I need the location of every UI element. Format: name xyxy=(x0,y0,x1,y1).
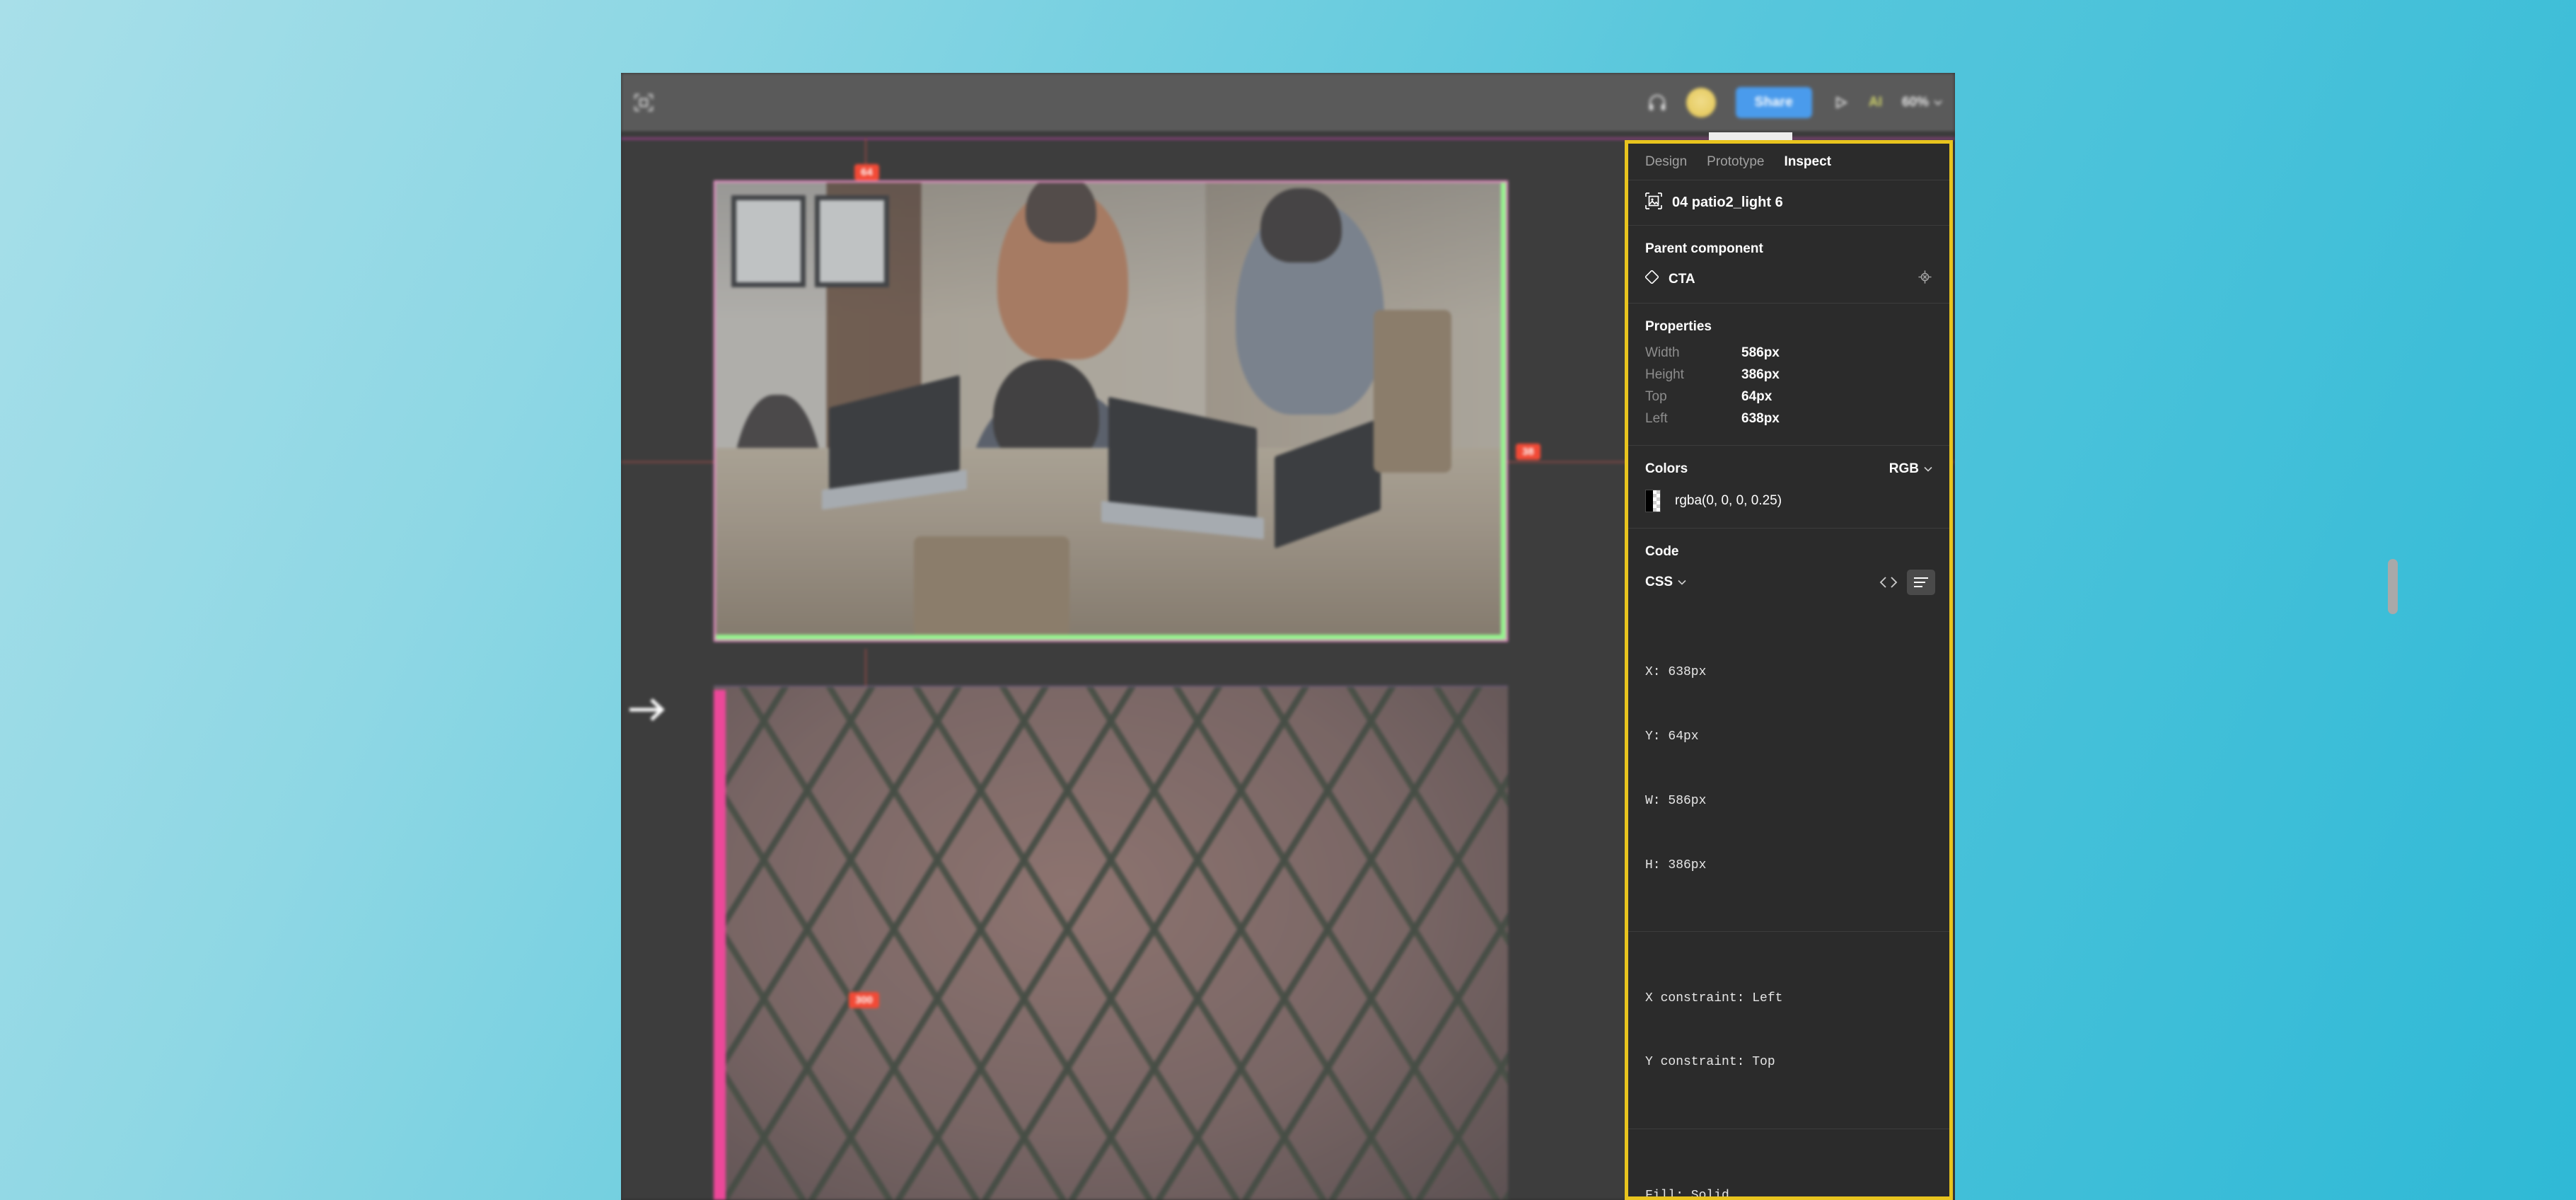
measure-badge: 64 xyxy=(854,164,879,180)
selected-layer-row[interactable]: 04 patio2_light 6 xyxy=(1628,180,1949,226)
image-layer-icon xyxy=(1645,192,1662,214)
parent-component-section: Parent component CTA xyxy=(1628,226,1949,304)
pink-accent-bar xyxy=(714,690,726,1200)
layer-name: 04 patio2_light 6 xyxy=(1672,195,1783,211)
property-key: Top xyxy=(1645,389,1741,405)
office-photo xyxy=(716,183,1506,640)
toolbar: Share AI 60% xyxy=(621,73,1955,132)
code-line: X constraint: Left xyxy=(1645,988,1932,1009)
code-line: Fill: Solid xyxy=(1645,1185,1932,1200)
selected-image-frame[interactable] xyxy=(714,180,1508,642)
property-key: Left xyxy=(1645,411,1741,427)
colors-title: Colors xyxy=(1645,461,1688,477)
panel-tab-bar: Design Prototype Inspect xyxy=(1628,144,1949,180)
code-line: Y: 64px xyxy=(1645,726,1932,747)
headphones-icon[interactable] xyxy=(1648,93,1666,112)
code-block-constraints[interactable]: X constraint: Left Y constraint: Top xyxy=(1628,932,1949,1129)
parent-component-name: CTA xyxy=(1669,272,1695,287)
color-format-label: RGB xyxy=(1889,461,1919,477)
zoom-level-control[interactable]: 60% xyxy=(1902,95,1942,110)
tab-design[interactable]: Design xyxy=(1645,154,1687,170)
guide-horizontal-left xyxy=(621,461,714,463)
property-key: Width xyxy=(1645,345,1741,361)
code-line: X: 638px xyxy=(1645,662,1932,683)
colors-header: Colors RGB xyxy=(1628,446,1949,477)
reset-target-icon[interactable] xyxy=(1918,270,1932,289)
play-present-icon[interactable] xyxy=(1832,94,1849,111)
code-line: H: 386px xyxy=(1645,855,1932,876)
arrow-right-icon xyxy=(630,695,668,725)
property-row: Left 638px xyxy=(1645,409,1932,428)
toolbar-right-group: Share AI 60% xyxy=(1648,73,1942,132)
property-key: Height xyxy=(1645,367,1741,383)
property-value[interactable]: 64px xyxy=(1741,389,1772,405)
figma-logo-icon[interactable] xyxy=(633,93,654,112)
share-button[interactable]: Share xyxy=(1736,87,1812,118)
property-row: Width 586px xyxy=(1645,343,1932,362)
trellis-image-frame[interactable] xyxy=(714,686,1508,1200)
trellis-photo xyxy=(714,687,1508,1200)
code-block-dimensions[interactable]: X: 638px Y: 64px W: 586px H: 386px xyxy=(1628,606,1949,932)
color-swatch xyxy=(1645,490,1661,512)
chevron-down-icon xyxy=(1924,466,1932,472)
colors-section: Colors RGB rgba(0, 0, 0, 0.25) xyxy=(1628,446,1949,529)
property-row: Top 64px xyxy=(1645,387,1932,406)
code-language-select[interactable]: CSS xyxy=(1645,575,1686,590)
properties-section: Properties Width 586px Height 386px Top … xyxy=(1628,304,1949,446)
parent-component-title: Parent component xyxy=(1628,226,1949,257)
property-value[interactable]: 638px xyxy=(1741,411,1780,427)
property-row: Height 386px xyxy=(1645,365,1932,384)
zoom-level-label: 60% xyxy=(1902,95,1929,110)
color-value: rgba(0, 0, 0, 0.25) xyxy=(1675,493,1782,509)
measure-badge: 38 xyxy=(1516,444,1541,460)
component-diamond-icon xyxy=(1645,270,1659,288)
code-block-fill-solid[interactable]: Fill: Solid rgba(0, 0, 0, 0.25) xyxy=(1628,1129,1949,1200)
property-value[interactable]: 386px xyxy=(1741,367,1780,383)
code-controls: CSS xyxy=(1628,560,1949,606)
tab-inspect[interactable]: Inspect xyxy=(1784,154,1831,170)
chevron-down-icon xyxy=(1934,100,1942,105)
chevron-down-icon xyxy=(1678,579,1686,585)
measure-badge: 300 xyxy=(849,992,879,1008)
list-view-icon[interactable] xyxy=(1907,570,1935,595)
vertical-scrollbar-thumb[interactable] xyxy=(2388,559,2398,614)
code-line: Y constraint: Top xyxy=(1645,1051,1932,1073)
code-title: Code xyxy=(1628,529,1949,560)
code-line: W: 586px xyxy=(1645,790,1932,812)
avatar[interactable] xyxy=(1686,88,1716,117)
properties-title: Properties xyxy=(1628,304,1949,335)
inspect-panel: Design Prototype Inspect 04 patio2_light… xyxy=(1625,140,1953,1200)
code-brackets-icon[interactable] xyxy=(1874,570,1903,595)
parent-component-row[interactable]: CTA xyxy=(1628,257,1949,303)
color-format-select[interactable]: RGB xyxy=(1889,461,1932,477)
tab-prototype[interactable]: Prototype xyxy=(1707,154,1764,170)
code-language-label: CSS xyxy=(1645,575,1673,590)
color-row[interactable]: rgba(0, 0, 0, 0.25) xyxy=(1645,490,1932,512)
code-section: Code CSS X: 638px xyxy=(1628,529,1949,1200)
ai-badge[interactable]: AI xyxy=(1869,95,1882,110)
property-value[interactable]: 586px xyxy=(1741,345,1780,361)
